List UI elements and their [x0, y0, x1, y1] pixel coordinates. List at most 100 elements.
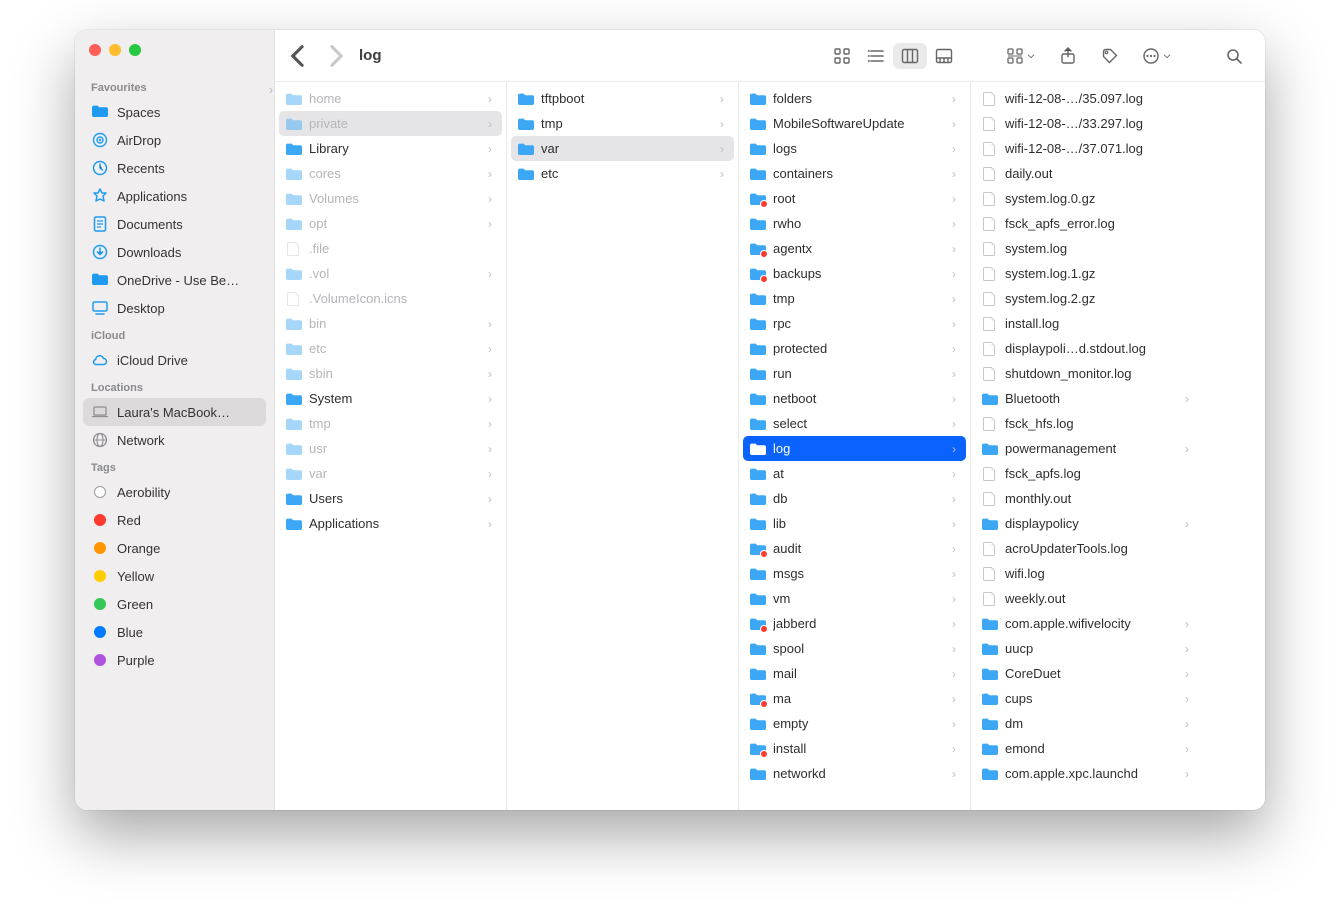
folder-row[interactable]: empty›: [743, 711, 966, 736]
sidebar-item[interactable]: Green: [83, 590, 266, 618]
folder-row[interactable]: Applications›: [279, 511, 502, 536]
folder-row[interactable]: home›: [279, 86, 502, 111]
sidebar-item[interactable]: Blue: [83, 618, 266, 646]
folder-row[interactable]: tftpboot›: [511, 86, 734, 111]
view-list-button[interactable]: [859, 43, 893, 69]
folder-row[interactable]: .vol›: [279, 261, 502, 286]
folder-row[interactable]: run›: [743, 361, 966, 386]
sidebar-item[interactable]: Documents: [83, 210, 266, 238]
file-row[interactable]: daily.out›: [975, 161, 1199, 186]
folder-row[interactable]: tmp›: [743, 286, 966, 311]
folder-row[interactable]: com.apple.wifivelocity›: [975, 611, 1199, 636]
folder-row[interactable]: etc›: [511, 161, 734, 186]
file-row[interactable]: wifi.log›: [975, 561, 1199, 586]
sidebar-item[interactable]: Applications: [83, 182, 266, 210]
file-row[interactable]: .file›: [279, 236, 502, 261]
share-button[interactable]: [1051, 43, 1085, 69]
close-window-button[interactable]: [89, 44, 101, 56]
sidebar-item[interactable]: Downloads: [83, 238, 266, 266]
file-row[interactable]: fsck_apfs_error.log›: [975, 211, 1199, 236]
folder-row[interactable]: msgs›: [743, 561, 966, 586]
sidebar-item[interactable]: Yellow: [83, 562, 266, 590]
file-row[interactable]: wifi-12-08-…/35.097.log›: [975, 86, 1199, 111]
file-row[interactable]: shutdown_monitor.log›: [975, 361, 1199, 386]
folder-row[interactable]: db›: [743, 486, 966, 511]
folder-row[interactable]: netboot›: [743, 386, 966, 411]
sidebar-item[interactable]: Aerobility: [83, 478, 266, 506]
sidebar-item[interactable]: Laura's MacBook…: [83, 398, 266, 426]
folder-row[interactable]: backups›: [743, 261, 966, 286]
folder-row[interactable]: folders›: [743, 86, 966, 111]
search-button[interactable]: [1217, 43, 1251, 69]
file-row[interactable]: system.log.0.gz›: [975, 186, 1199, 211]
sidebar-item[interactable]: AirDrop: [83, 126, 266, 154]
folder-row[interactable]: cups›: [975, 686, 1199, 711]
folder-row[interactable]: bin›: [279, 311, 502, 336]
folder-row[interactable]: logs›: [743, 136, 966, 161]
folder-row[interactable]: vm›: [743, 586, 966, 611]
folder-row[interactable]: private›: [279, 111, 502, 136]
folder-row[interactable]: var›: [279, 461, 502, 486]
file-row[interactable]: system.log›: [975, 236, 1199, 261]
folder-row[interactable]: emond›: [975, 736, 1199, 761]
file-row[interactable]: system.log.2.gz›: [975, 286, 1199, 311]
folder-row[interactable]: root›: [743, 186, 966, 211]
sidebar-item[interactable]: Network: [83, 426, 266, 454]
folder-row[interactable]: containers›: [743, 161, 966, 186]
folder-row[interactable]: Users›: [279, 486, 502, 511]
folder-row[interactable]: var›: [511, 136, 734, 161]
groupby-button[interactable]: [999, 43, 1043, 69]
file-row[interactable]: .VolumeIcon.icns›: [279, 286, 502, 311]
fullscreen-window-button[interactable]: [129, 44, 141, 56]
folder-row[interactable]: spool›: [743, 636, 966, 661]
folder-row[interactable]: Volumes›: [279, 186, 502, 211]
file-row[interactable]: wifi-12-08-…/37.071.log›: [975, 136, 1199, 161]
folder-row[interactable]: usr›: [279, 436, 502, 461]
sidebar-item[interactable]: Recents: [83, 154, 266, 182]
file-row[interactable]: fsck_apfs.log›: [975, 461, 1199, 486]
folder-row[interactable]: jabberd›: [743, 611, 966, 636]
view-icon-button[interactable]: [825, 43, 859, 69]
folder-row[interactable]: ma›: [743, 686, 966, 711]
file-row[interactable]: wifi-12-08-…/33.297.log›: [975, 111, 1199, 136]
folder-row[interactable]: MobileSoftwareUpdate›: [743, 111, 966, 136]
folder-row[interactable]: com.apple.xpc.launchd›: [975, 761, 1199, 786]
sidebar-item[interactable]: Desktop: [83, 294, 266, 322]
folder-row[interactable]: CoreDuet›: [975, 661, 1199, 686]
folder-row[interactable]: opt›: [279, 211, 502, 236]
folder-row[interactable]: lib›: [743, 511, 966, 536]
folder-row[interactable]: cores›: [279, 161, 502, 186]
folder-row[interactable]: agentx›: [743, 236, 966, 261]
sidebar-item[interactable]: Red: [83, 506, 266, 534]
view-gallery-button[interactable]: [927, 43, 961, 69]
folder-row[interactable]: tmp›: [511, 111, 734, 136]
folder-row[interactable]: tmp›: [279, 411, 502, 436]
file-row[interactable]: displaypoli…d.stdout.log›: [975, 336, 1199, 361]
sidebar-item[interactable]: OneDrive - Use Be…: [83, 266, 266, 294]
folder-row[interactable]: select›: [743, 411, 966, 436]
sidebar-item[interactable]: Spaces: [83, 98, 266, 126]
folder-row[interactable]: rwho›: [743, 211, 966, 236]
folder-row[interactable]: rpc›: [743, 311, 966, 336]
sidebar-item[interactable]: Orange: [83, 534, 266, 562]
file-row[interactable]: fsck_hfs.log›: [975, 411, 1199, 436]
folder-row[interactable]: mail›: [743, 661, 966, 686]
file-row[interactable]: weekly.out›: [975, 586, 1199, 611]
folder-row[interactable]: displaypolicy›: [975, 511, 1199, 536]
file-row[interactable]: acroUpdaterTools.log›: [975, 536, 1199, 561]
folder-row[interactable]: install›: [743, 736, 966, 761]
minimize-window-button[interactable]: [109, 44, 121, 56]
folder-row[interactable]: uucp›: [975, 636, 1199, 661]
folder-row[interactable]: dm›: [975, 711, 1199, 736]
actions-button[interactable]: [1135, 43, 1179, 69]
folder-row[interactable]: protected›: [743, 336, 966, 361]
folder-row[interactable]: audit›: [743, 536, 966, 561]
view-columns-button[interactable]: [893, 43, 927, 69]
folder-row[interactable]: System›: [279, 386, 502, 411]
folder-row[interactable]: Library›: [279, 136, 502, 161]
folder-row[interactable]: etc›: [279, 336, 502, 361]
file-row[interactable]: install.log›: [975, 311, 1199, 336]
folder-row[interactable]: powermanagement›: [975, 436, 1199, 461]
folder-row[interactable]: Bluetooth›: [975, 386, 1199, 411]
sidebar-item[interactable]: Purple: [83, 646, 266, 674]
